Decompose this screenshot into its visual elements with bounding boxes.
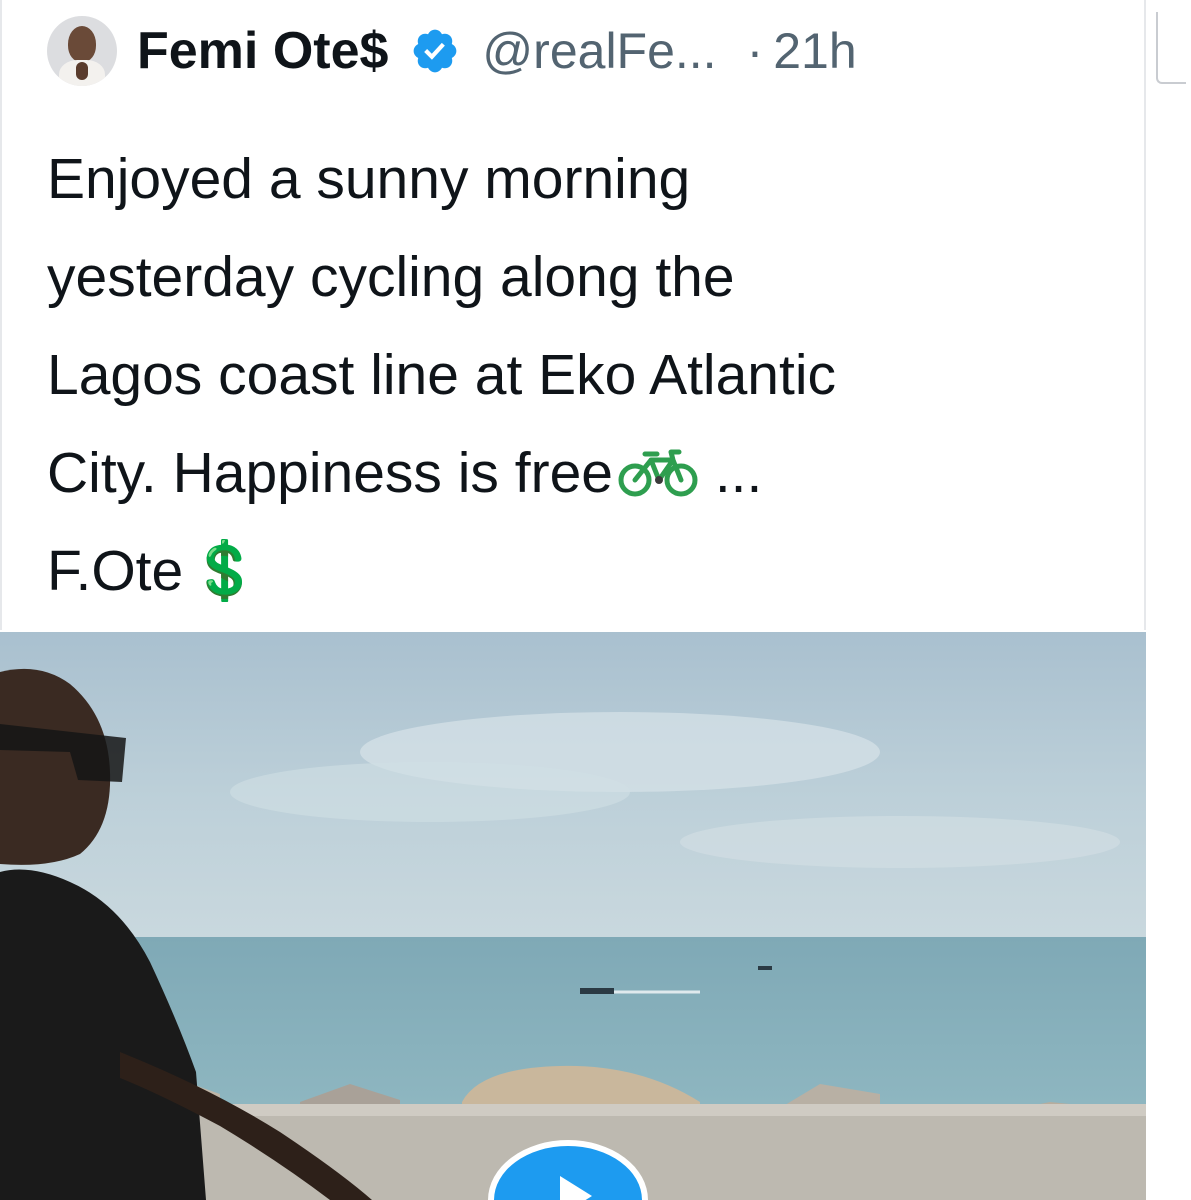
tweet-timestamp[interactable]: 21h <box>773 22 856 80</box>
right-panel <box>1146 0 1191 1200</box>
tweet-text-line: Enjoyed a sunny morning <box>47 147 691 211</box>
tweet-text-line: F.Ote 💲 <box>47 522 1107 620</box>
tweet-text-ellipsis: ... <box>699 441 763 505</box>
cloud <box>680 816 1120 868</box>
play-icon <box>560 1176 592 1200</box>
tweet-text-line: City. Happiness is free ... <box>47 424 1107 522</box>
avatar-face <box>68 26 96 62</box>
author-handle[interactable]: @realFe... <box>482 22 716 80</box>
author-display-name[interactable]: Femi Ote$ <box>137 21 388 81</box>
bicycle-emoji-icon <box>618 449 698 497</box>
tweet-text-signature: F.Ote <box>47 539 184 603</box>
verified-badge-icon <box>414 29 457 73</box>
tweet-screenshot: Femi Ote$ @realFe... · 21h Enjoyed a sun… <box>0 0 1191 1200</box>
tweet-text: Enjoyed a sunny morning yesterday cyclin… <box>47 130 1107 620</box>
tweet-text-line: Lagos coast line at Eko Atlantic <box>47 343 836 407</box>
cloud <box>230 762 630 822</box>
tweet-text-line: yesterday cycling along the <box>47 245 735 309</box>
tweet-text-segment: City. Happiness is free <box>47 441 613 505</box>
avatar[interactable] <box>47 16 117 86</box>
separator-dot: · <box>746 23 764 79</box>
avatar-hands <box>76 62 88 80</box>
video-thumbnail <box>0 632 1146 1200</box>
scroll-edge-mark <box>1156 12 1186 84</box>
tweet-header: Femi Ote$ @realFe... · 21h <box>47 16 857 86</box>
boat <box>580 988 614 994</box>
dollar-emoji-icon: 💲 <box>189 539 261 603</box>
tweet-video[interactable] <box>0 632 1146 1200</box>
boat <box>758 966 772 970</box>
